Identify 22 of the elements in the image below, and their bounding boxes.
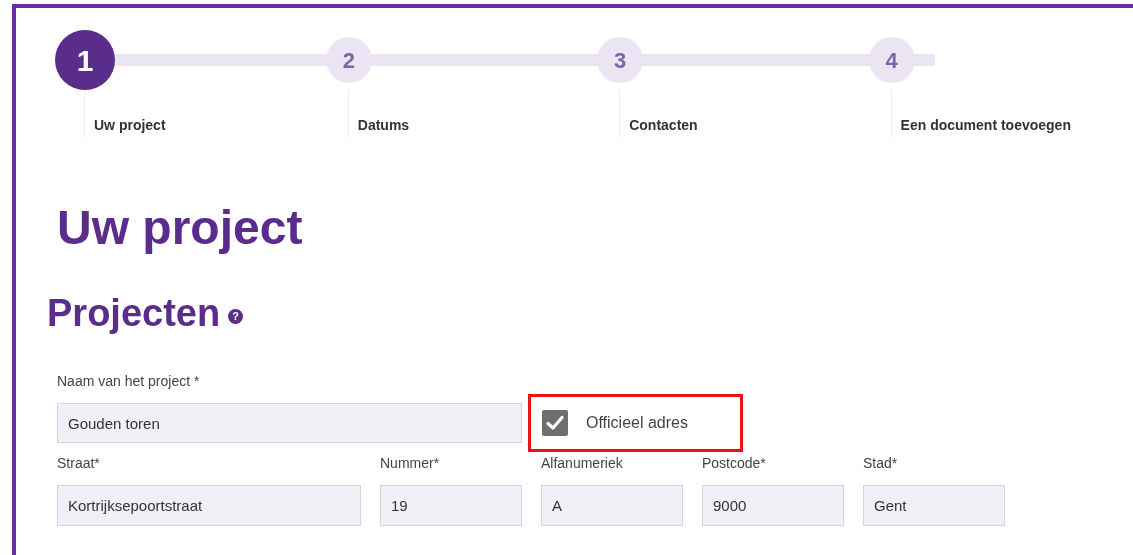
checkbox[interactable] [542,410,568,436]
section-title: Projecten [47,291,221,335]
help-icon[interactable]: ? [228,308,244,324]
input-field[interactable]: Gouden toren [57,403,522,443]
page-title: Uw project [57,200,303,256]
step-label: Een document toevoegen [900,117,1072,133]
field-label: Stad* [863,454,898,472]
check-icon [546,415,564,431]
input-field[interactable]: 9000 [702,485,844,526]
input-field[interactable]: 19 [380,485,522,526]
checkbox-label[interactable]: Officieel adres [586,411,688,435]
step-label: Uw project [94,117,167,133]
field-label: Naam van het project * [57,372,200,390]
step-label: Contacten [629,117,699,133]
input-field[interactable]: Gent [863,485,1005,526]
field-label: Straat* [57,454,100,472]
input-field[interactable]: Kortrijksepoortstraat [57,485,361,526]
step-label: Datums [357,117,411,133]
input-field[interactable]: A [541,485,683,526]
field-label: Nummer* [380,454,440,472]
field-label: Alfanumeriek [541,454,623,472]
field-label: Postcode* [702,454,766,472]
